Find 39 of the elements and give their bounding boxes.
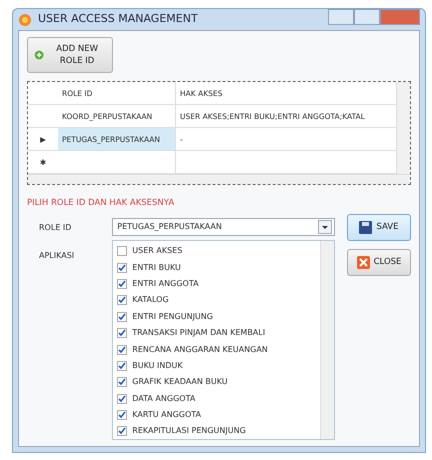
checkbox-label: DATA ANGGOTA bbox=[132, 392, 196, 405]
aplikasi-label: APLIKASI bbox=[39, 250, 76, 262]
checkbox-label: ENTRI BUKU bbox=[132, 262, 181, 274]
checkbox-label: KARTU ANGGOTA bbox=[132, 409, 202, 422]
checkbox-label: GRAFIK KEADAAN BUKU bbox=[132, 376, 228, 388]
checkbox[interactable] bbox=[117, 278, 128, 289]
checkbox-label: ENTRI ANGGOTA bbox=[132, 278, 199, 290]
vertical-scrollbar[interactable] bbox=[320, 241, 334, 439]
close-icon bbox=[356, 256, 370, 269]
section-title: PILIH ROLE ID DAN HAK AKSESNYA bbox=[27, 197, 176, 210]
save-button[interactable]: SAVE bbox=[347, 214, 411, 241]
checkbox[interactable] bbox=[117, 246, 128, 256]
checkbox-label: TRANSAKSI PINJAM DAN KEMBALI bbox=[132, 327, 266, 340]
checkbox-label: USER AKSES bbox=[132, 245, 182, 258]
checkbox[interactable] bbox=[117, 410, 128, 420]
checkbox[interactable] bbox=[117, 426, 128, 436]
app-icon bbox=[18, 12, 32, 27]
checkbox-label: BUKU INDUK bbox=[132, 360, 183, 372]
checkbox[interactable] bbox=[117, 344, 128, 355]
close-button[interactable]: CLOSE bbox=[347, 249, 411, 276]
add-icon bbox=[34, 48, 44, 62]
checkbox[interactable] bbox=[117, 394, 128, 404]
role-id-dropdown[interactable]: PETUGAS_PERPUSTAKAAN bbox=[112, 218, 335, 236]
checkbox[interactable] bbox=[117, 360, 128, 371]
horizontal-scrollbar[interactable] bbox=[28, 174, 410, 184]
role-id-label: ROLE ID bbox=[39, 222, 72, 234]
checkbox-label: REKAPITULASI PENGUNJUNG bbox=[132, 425, 246, 438]
checkbox[interactable] bbox=[117, 377, 128, 388]
vertical-scrollbar[interactable] bbox=[396, 82, 410, 174]
checkbox-label: ENTRI PENGUNJUNG bbox=[132, 310, 213, 323]
checkbox[interactable] bbox=[117, 262, 128, 273]
checkbox[interactable] bbox=[117, 295, 128, 306]
checkbox[interactable] bbox=[117, 328, 128, 338]
checkbox-label: KATALOG bbox=[132, 294, 169, 306]
checkbox-label: RENCANA ANGGARAN KEUANGAN bbox=[132, 344, 268, 356]
checkbox[interactable] bbox=[117, 312, 128, 322]
save-icon bbox=[359, 221, 372, 234]
add-role-button[interactable]: ADD NEW ROLE ID bbox=[27, 37, 113, 74]
window-title: USER ACCESS MANAGEMENT bbox=[38, 11, 198, 28]
